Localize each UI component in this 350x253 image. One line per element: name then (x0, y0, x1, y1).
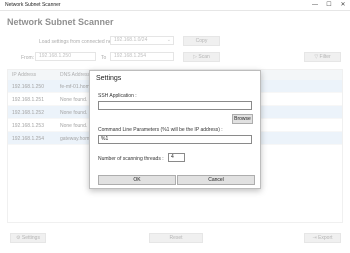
dialog-title: Settings (96, 75, 122, 82)
cancel-button[interactable]: Cancel (177, 175, 255, 185)
ssh-application-label: SSH Application : (98, 93, 137, 99)
minimize-button[interactable]: — (308, 0, 322, 11)
threads-label: Number of scanning threads : (98, 156, 164, 162)
window-title: Network Subnet Scanner (5, 2, 61, 8)
maximize-button[interactable]: ☐ (322, 0, 336, 11)
close-button[interactable]: ✕ (336, 0, 350, 11)
ok-button[interactable]: OK (98, 175, 176, 185)
ssh-application-input[interactable] (98, 101, 252, 110)
browse-button[interactable]: Browse (232, 114, 253, 124)
settings-dialog: Settings SSH Application : Browse Comman… (89, 70, 261, 189)
command-line-input[interactable]: %1 (98, 135, 252, 144)
title-bar: Network Subnet Scanner — ☐ ✕ (0, 0, 350, 11)
threads-input[interactable]: 4 (168, 153, 185, 162)
command-line-label: Command Line Parameters (%1 will be the … (98, 127, 223, 133)
